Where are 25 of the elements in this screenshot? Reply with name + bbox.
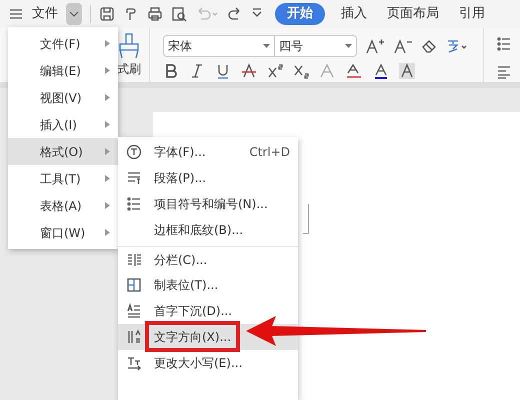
menu-item[interactable]: 更改大小写(E)... — [118, 350, 298, 376]
file-menu-label[interactable]: 文件 — [32, 4, 58, 24]
menu-item[interactable]: 段落(P)... — [118, 165, 298, 191]
ribbon-tab[interactable]: 插入 — [337, 4, 371, 24]
menu-item[interactable]: 窗口(W) — [8, 219, 118, 246]
shortcut-label: Ctrl+D — [249, 144, 290, 161]
menu-item[interactable]: 制表位(T)... — [118, 272, 298, 298]
menu-item[interactable]: 文件(F) — [8, 30, 118, 57]
font-name-field[interactable]: 宋体 — [163, 35, 275, 57]
menu-item[interactable]: 视图(V) — [8, 84, 118, 111]
menu-item[interactable]: 字体(F)... Ctrl+D — [118, 139, 298, 165]
ribbon-tab[interactable]: 开始 — [275, 3, 325, 25]
menu-item[interactable]: 插入(I) — [8, 111, 118, 138]
menu-item[interactable]: 格式(O) — [8, 138, 118, 165]
menu-item[interactable]: 表格(A) — [8, 192, 118, 219]
menu-item[interactable]: 分栏(C)... — [118, 246, 298, 272]
menu-item[interactable]: 首字下沉(D)... — [118, 298, 298, 324]
menu-item[interactable]: 编辑(E) — [8, 57, 118, 84]
ribbon-tab[interactable]: 页面布局 — [383, 4, 443, 24]
font-size-field[interactable]: 四号 — [275, 35, 357, 57]
menu-item[interactable]: 项目符号和编号(N)... — [118, 191, 298, 217]
menu-item[interactable]: 工具(T) — [8, 165, 118, 192]
menu-item[interactable]: 边框和底纹(B)... — [118, 217, 298, 243]
format-painter-label[interactable]: 式刷 — [117, 60, 141, 78]
ribbon-tab[interactable]: 引用 — [455, 4, 489, 24]
